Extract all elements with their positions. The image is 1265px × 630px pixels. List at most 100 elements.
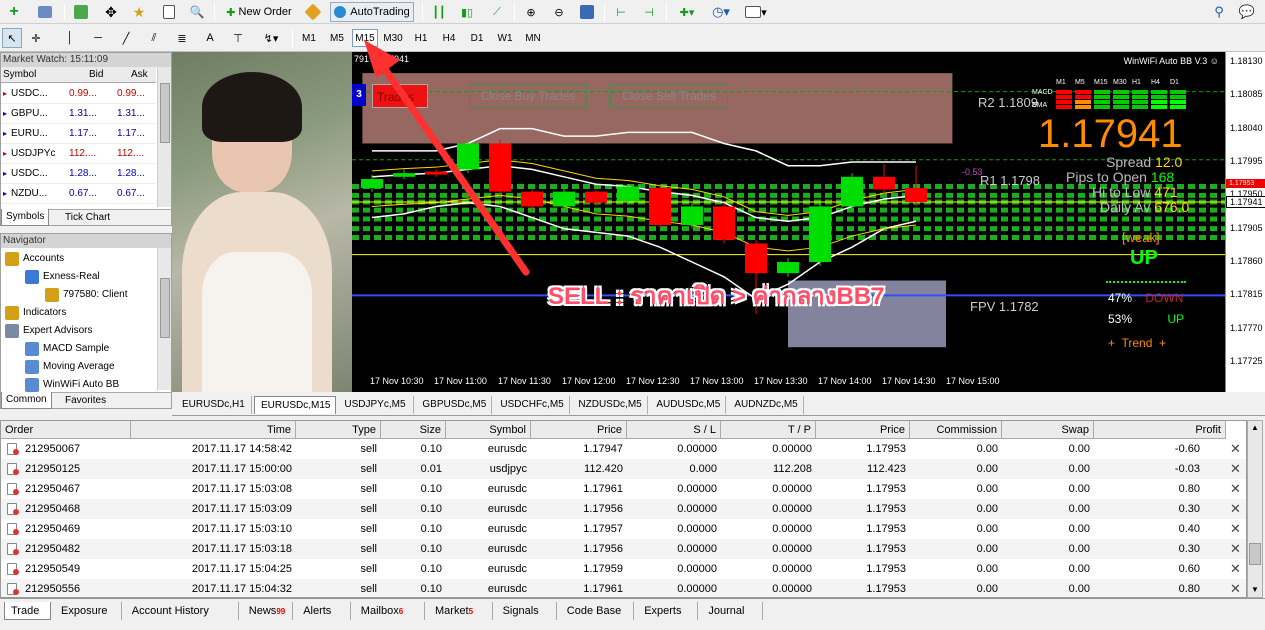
zoom-in-button[interactable]: ⊕ — [520, 2, 542, 22]
close-sell-button[interactable]: Close Sell Trades — [610, 84, 728, 108]
market-watch-row[interactable]: ▸ USDJPYc 112.... 112.... — [1, 144, 156, 164]
nav-item-account-client[interactable]: 797580: Client — [45, 286, 128, 304]
timeframe-h4[interactable]: H4 — [436, 29, 462, 47]
navigator-scrollbar[interactable] — [157, 248, 171, 390]
periods-button[interactable]: ◷▾ — [706, 2, 736, 22]
column-header[interactable]: Symbol — [446, 421, 531, 439]
close-order-icon[interactable]: ✕ — [1230, 579, 1241, 597]
terminal-tab-code-base[interactable]: Code Base — [561, 602, 635, 620]
tile-windows-button[interactable] — [576, 2, 598, 22]
timeframe-w1[interactable]: W1 — [492, 29, 518, 47]
nav-item-expert-advisors[interactable]: Expert Advisors — [5, 322, 92, 340]
search-button[interactable]: ⚲ — [1208, 2, 1230, 22]
terminal-tab-journal[interactable]: Journal — [702, 602, 763, 620]
timeframe-d1[interactable]: D1 — [464, 29, 490, 47]
column-header[interactable]: Size — [381, 421, 446, 439]
column-header[interactable]: Commission — [910, 421, 1002, 439]
cursor-button[interactable]: ↖ — [2, 28, 22, 48]
table-row[interactable]: 212950549 2017.11.17 15:04:25 sell 0.10 euru… — [1, 559, 1246, 579]
chart-tab[interactable]: NZDUSDc,M5 — [572, 396, 649, 414]
timeframe-mn[interactable]: MN — [520, 29, 546, 47]
col-symbol[interactable]: Symbol — [3, 67, 36, 83]
time-axis[interactable]: 17 Nov 10:30 17 Nov 11:00 17 Nov 11:30 17 N… — [352, 372, 1225, 392]
column-header[interactable]: Swap — [1002, 421, 1094, 439]
column-header[interactable]: Price — [531, 421, 627, 439]
nav-scroll-thumb[interactable] — [160, 278, 170, 338]
column-header[interactable]: S / L — [627, 421, 721, 439]
zoom-out-button[interactable]: ⊖ — [548, 2, 570, 22]
crosshair-button[interactable]: ✛ — [26, 28, 46, 48]
timeframe-m30[interactable]: M30 — [380, 29, 406, 47]
terminal-tab-market[interactable]: Market5 — [429, 602, 493, 620]
chart-tab[interactable]: EURUSDc,M15 — [254, 396, 337, 414]
close-buy-button[interactable]: Close Buy Trades — [469, 84, 587, 108]
market-watch-row[interactable]: ▸ USDC... 1.28... 1.28... — [1, 164, 156, 184]
table-scroll-thumb[interactable] — [1249, 543, 1261, 565]
market-watch-row[interactable]: ▸ GBPU... 1.31... 1.31... — [1, 104, 156, 124]
column-header[interactable]: T / P — [721, 421, 816, 439]
channel-button[interactable]: ⫽ — [144, 28, 164, 48]
market-watch-scrollbar[interactable] — [157, 67, 171, 207]
table-row[interactable]: 212950468 2017.11.17 15:03:09 sell 0.10 euru… — [1, 499, 1246, 519]
chart-tab[interactable]: GBPUSDc,M5 — [416, 396, 493, 414]
horizontal-line-button[interactable]: ─ — [88, 28, 108, 48]
nav-item-indicators[interactable]: Indicators — [5, 304, 66, 322]
scroll-thumb[interactable] — [160, 83, 170, 143]
market-watch-button[interactable] — [70, 2, 92, 22]
nav-item-accounts[interactable]: Accounts — [5, 250, 64, 268]
chart-tab[interactable]: AUDUSDc,M5 — [650, 396, 727, 414]
table-row[interactable]: 212950556 2017.11.17 15:04:32 sell 0.10 euru… — [1, 579, 1246, 597]
column-header[interactable]: Price — [816, 421, 910, 439]
close-order-icon[interactable]: ✕ — [1230, 519, 1241, 539]
terminal-tab-trade[interactable]: Trade — [4, 602, 51, 620]
text-button[interactable]: A — [200, 28, 220, 48]
scroll-up-arrow[interactable]: ▲ — [1248, 421, 1262, 435]
market-watch-row[interactable]: ▸ EURU... 1.17... 1.17... — [1, 124, 156, 144]
market-watch-row[interactable]: ▸ NZDU... 0.67... 0.67... — [1, 184, 156, 204]
candle-chart-button[interactable]: ▮▯ — [456, 2, 478, 22]
terminal-tab-experts[interactable]: Experts — [638, 602, 699, 620]
column-header[interactable]: Order — [1, 421, 131, 439]
autotrading-button[interactable]: AutoTrading — [330, 2, 414, 22]
timeframe-m15[interactable]: M15 — [352, 29, 378, 47]
search-toolbar-button[interactable]: 🔍 — [186, 2, 208, 22]
nav-item-server[interactable]: Exness-Real — [25, 268, 100, 286]
col-bid[interactable]: Bid — [89, 67, 103, 83]
table-scrollbar[interactable]: ▲ ▼ — [1247, 420, 1263, 598]
autoscroll-button[interactable]: ⊣ — [638, 2, 660, 22]
market-watch-row[interactable]: ▸ USDC... 0.99... 0.99... — [1, 84, 156, 104]
arrows-button[interactable]: ↯▾ — [256, 28, 286, 48]
terminal-tab-exposure[interactable]: Exposure — [55, 602, 122, 620]
table-row[interactable]: 212950482 2017.11.17 15:03:18 sell 0.10 euru… — [1, 539, 1246, 559]
table-row[interactable]: 212950469 2017.11.17 15:03:10 sell 0.10 euru… — [1, 519, 1246, 539]
timeframe-h1[interactable]: H1 — [408, 29, 434, 47]
terminal-tab-news[interactable]: News99 — [243, 602, 294, 620]
tab-favorites[interactable]: Favorites — [61, 393, 110, 409]
table-row[interactable]: 212950125 2017.11.17 15:00:00 sell 0.01 usdj… — [1, 459, 1246, 479]
scroll-down-arrow[interactable]: ▼ — [1248, 583, 1262, 597]
fibo-button[interactable]: ≣ — [172, 28, 192, 48]
tab-symbols[interactable]: Symbols — [1, 209, 50, 226]
trade-button[interactable]: Trades — [372, 84, 428, 108]
new-chart-button[interactable]: + — [2, 2, 26, 22]
indicators-button[interactable]: ✚▾ — [672, 2, 702, 22]
line-chart-button[interactable]: ⟋ — [486, 2, 508, 22]
profiles-button[interactable] — [32, 2, 58, 22]
timeframe-m5[interactable]: M5 — [324, 29, 350, 47]
metaeditor-button[interactable] — [302, 2, 324, 22]
close-order-icon[interactable]: ✕ — [1230, 539, 1241, 559]
terminal-tab-account-history[interactable]: Account History — [126, 602, 239, 620]
close-order-icon[interactable]: ✕ — [1230, 499, 1241, 519]
chart-tab[interactable]: USDCHFc,M5 — [494, 396, 571, 414]
table-row[interactable]: 212950067 2017.11.17 14:58:42 sell 0.10 euru… — [1, 439, 1246, 459]
vertical-line-button[interactable]: │ — [60, 28, 80, 48]
chat-button[interactable]: 💬 — [1236, 2, 1258, 22]
data-window-button[interactable] — [158, 2, 180, 22]
price-axis[interactable]: 1.18130 1.18085 1.18040 1.17995 1.17950 1.179… — [1225, 52, 1265, 392]
column-header[interactable]: Type — [296, 421, 381, 439]
chart-shift-button[interactable]: ⊢ — [610, 2, 632, 22]
column-header[interactable]: Profit — [1094, 421, 1226, 439]
terminal-tab-mailbox[interactable]: Mailbox6 — [355, 602, 425, 620]
close-order-icon[interactable]: ✕ — [1230, 479, 1241, 499]
small-blue-button[interactable]: 3 — [352, 84, 366, 106]
